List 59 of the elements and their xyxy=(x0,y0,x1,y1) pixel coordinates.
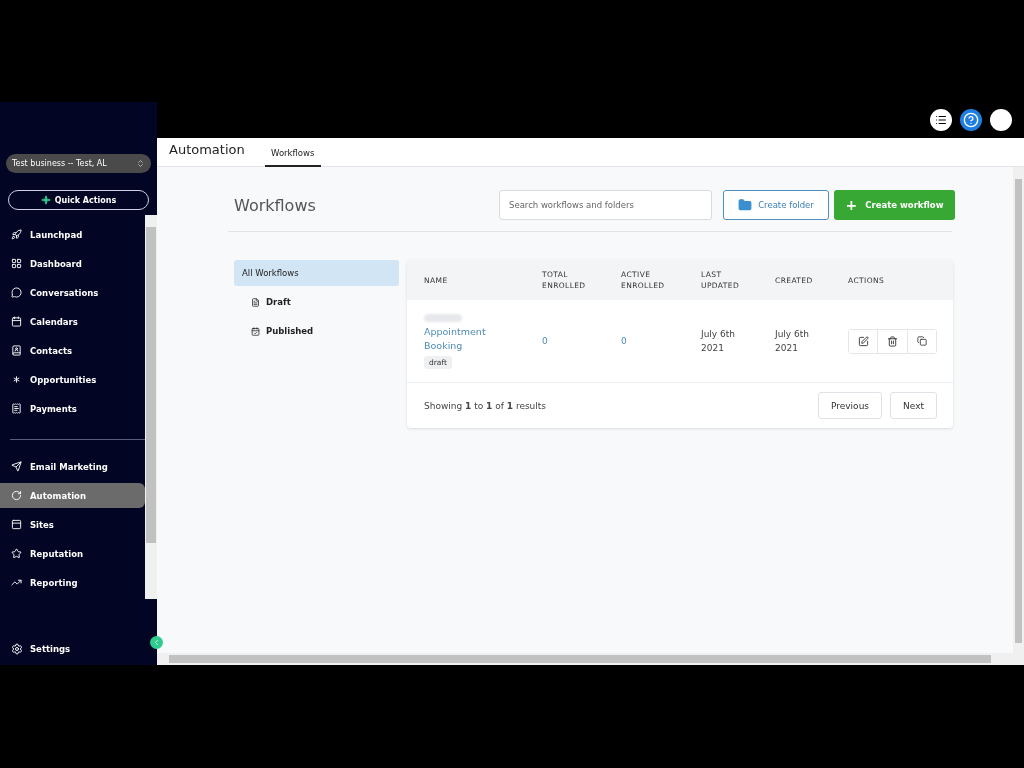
nav-item[interactable]: Automation xyxy=(0,483,145,508)
section-title: Automation xyxy=(169,142,245,157)
scrollbar[interactable] xyxy=(157,653,1013,665)
calendar-icon xyxy=(251,326,260,336)
scrollbar[interactable] xyxy=(1013,167,1024,665)
nav-item[interactable]: Reputation xyxy=(0,541,145,566)
nav-item[interactable]: Sites xyxy=(0,512,145,537)
chevron-left-icon xyxy=(152,638,161,647)
edit-button[interactable] xyxy=(849,329,879,353)
avatar[interactable] xyxy=(990,109,1012,131)
calendar-icon xyxy=(11,316,22,327)
settings-item[interactable]: Settings xyxy=(11,643,71,655)
nav-item[interactable]: Conversations xyxy=(0,280,145,305)
contact-book-icon xyxy=(11,345,22,356)
nav-item[interactable]: Reporting xyxy=(0,570,145,595)
page-title: Workflows xyxy=(234,195,317,215)
send-icon xyxy=(11,461,22,472)
settings-icon xyxy=(11,643,23,655)
receipt-icon xyxy=(11,403,22,414)
previous-button[interactable]: Previous xyxy=(818,392,883,419)
nav-item[interactable]: Launchpad xyxy=(0,222,145,247)
rotate-icon xyxy=(11,490,22,501)
nav-item[interactable]: Email Marketing xyxy=(0,454,145,479)
chevrons-icon xyxy=(136,159,145,168)
create-folder-button[interactable]: Create folder xyxy=(723,190,829,220)
document-icon xyxy=(251,297,260,307)
table-cell-text: July 6th 2021 xyxy=(775,328,810,355)
chat-bubble-icon xyxy=(11,287,22,298)
business-selector[interactable]: Test business -- Test, AL xyxy=(6,154,151,173)
table-cell-text: 0 xyxy=(621,336,628,346)
grid-icon xyxy=(11,258,22,269)
copy-icon xyxy=(916,336,927,346)
table-cell-text: July 6th 2021 xyxy=(701,328,736,355)
folder-item[interactable]: All Workflows xyxy=(234,260,399,286)
scrollbar[interactable] xyxy=(145,215,157,599)
nav-item[interactable]: Calendars xyxy=(0,309,145,334)
edit-icon xyxy=(857,335,869,347)
rocket-icon xyxy=(11,229,22,240)
trend-icon xyxy=(11,577,22,588)
window-icon xyxy=(11,519,22,530)
nav-item[interactable]: Dashboard xyxy=(0,251,145,276)
table-cell-text: 0 xyxy=(542,336,549,346)
folder-item[interactable]: Draft xyxy=(234,289,399,315)
search-field[interactable]: Search workflows and folders xyxy=(499,190,712,220)
redacted-text xyxy=(424,313,462,322)
help-icon[interactable] xyxy=(960,109,982,131)
trash-icon xyxy=(887,335,898,347)
star-icon xyxy=(11,548,22,559)
sparkle-icon xyxy=(40,195,51,205)
asterisk-icon xyxy=(11,374,22,385)
next-button[interactable]: Next xyxy=(890,392,937,419)
results-summary: Showing 1 to 1 of 1 results xyxy=(424,400,548,411)
workflow-link[interactable]: Appointment Booking xyxy=(424,324,494,353)
list-icon[interactable] xyxy=(930,109,952,131)
nav-item[interactable]: Payments xyxy=(0,396,145,421)
folder-item[interactable]: Published xyxy=(234,318,399,344)
nav-item[interactable]: Opportunities xyxy=(0,367,145,392)
folder-icon xyxy=(738,198,753,212)
nav-item[interactable]: Contacts xyxy=(0,338,145,363)
